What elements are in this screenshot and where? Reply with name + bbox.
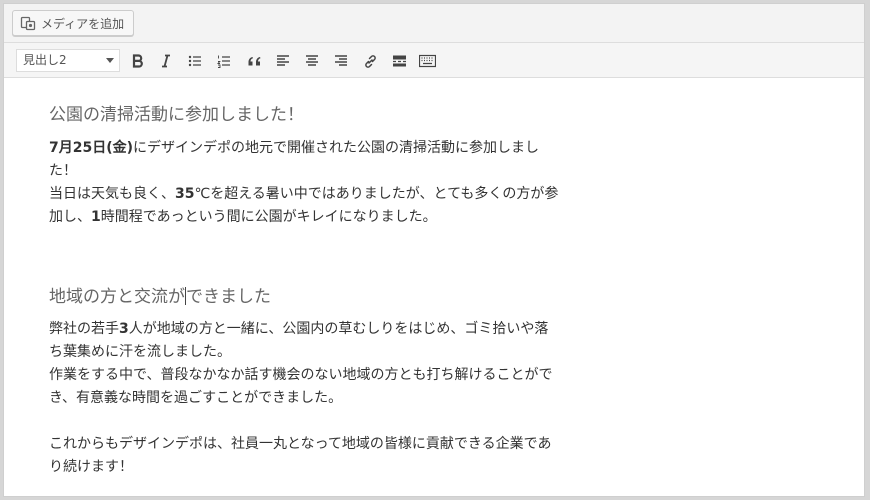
numbered-list-button[interactable] bbox=[214, 51, 234, 71]
bullet-list-icon bbox=[188, 54, 202, 68]
italic-button[interactable] bbox=[156, 51, 176, 71]
p1-line3-text-a: 当日は天気も良く、 bbox=[49, 186, 175, 202]
link-icon bbox=[363, 54, 378, 69]
p1-line4-number: 1 bbox=[91, 209, 101, 225]
p2-line1-number: 3 bbox=[119, 321, 129, 337]
blockquote-icon bbox=[246, 54, 262, 68]
bold-icon bbox=[131, 54, 145, 68]
p1-line4-text-b: 時間程であっという間に公園がキレイになりました。 bbox=[100, 209, 437, 225]
heading-2-text-b: できました bbox=[186, 287, 271, 307]
p1-line1-text: にデザインデポの地元で開催された公園の清掃活動に参加しまし bbox=[133, 140, 540, 156]
p1-line1-date: 7月25日(金) bbox=[49, 140, 134, 156]
p2-line1-text-b: 人が地域の方と一緒に、公園内の草むしりをはじめ、ゴミ拾いや落 bbox=[128, 321, 549, 337]
paragraph-3: これからもデザインデポは、社員一丸となって地域の皆様に貢献できる企業であ り続け… bbox=[49, 433, 579, 479]
p2-line1-text-a: 弊社の若手 bbox=[49, 321, 119, 337]
p2-line2-text: ち葉集めに汗を流しました。 bbox=[49, 344, 231, 360]
format-select-value: 見出し2 bbox=[23, 53, 67, 67]
bullet-list-button[interactable] bbox=[185, 51, 205, 71]
align-center-icon bbox=[305, 54, 319, 68]
p1-line3-number: 35 bbox=[175, 186, 195, 202]
align-left-button[interactable] bbox=[273, 51, 293, 71]
keyboard-icon bbox=[418, 54, 436, 68]
heading-1: 公園の清掃活動に参加しました！ bbox=[49, 105, 304, 125]
read-more-button[interactable] bbox=[389, 51, 409, 71]
media-add-icon bbox=[20, 15, 36, 31]
numbered-list-icon bbox=[217, 54, 231, 68]
format-select[interactable]: 見出し2 bbox=[16, 49, 120, 72]
p2-line4-text: き、有意義な時間を過ごすことができました。 bbox=[49, 390, 343, 406]
chevron-down-icon bbox=[106, 58, 114, 63]
paragraph-2: 弊社の若手3人が地域の方と一緒に、公園内の草むしりをはじめ、ゴミ拾いや落 ち葉集… bbox=[49, 318, 579, 410]
heading-2: 地域の方と交流ができました bbox=[49, 282, 271, 307]
heading-2-text-a: 地域の方と交流が bbox=[49, 287, 185, 307]
align-right-icon bbox=[334, 54, 348, 68]
editor-toolbar: 見出し2 bbox=[4, 42, 864, 78]
p1-line2-text: た！ bbox=[49, 163, 77, 179]
toolbar-toggle-button[interactable] bbox=[417, 51, 437, 71]
add-media-button[interactable]: メディアを追加 bbox=[12, 10, 135, 36]
p3-line1-text: これからもデザインデポは、社員一丸となって地域の皆様に貢献できる企業であ bbox=[49, 436, 552, 452]
align-right-button[interactable] bbox=[331, 51, 351, 71]
read-more-icon bbox=[392, 54, 407, 68]
bold-button[interactable] bbox=[128, 51, 148, 71]
italic-icon bbox=[159, 54, 173, 68]
editor-content[interactable]: 公園の清掃活動に参加しました！ 7月25日(金)にデザインデポの地元で開催された… bbox=[4, 78, 864, 496]
paragraph-1: 7月25日(金)にデザインデポの地元で開催された公園の清掃活動に参加しまし た！… bbox=[49, 137, 579, 229]
align-center-button[interactable] bbox=[302, 51, 322, 71]
blockquote-button[interactable] bbox=[244, 51, 264, 71]
p1-line3-text-b: ℃を超える暑い中ではありましたが、とても多くの方が参 bbox=[194, 186, 559, 202]
p3-line2-text: り続けます！ bbox=[49, 459, 133, 475]
align-left-icon bbox=[276, 54, 290, 68]
link-button[interactable] bbox=[360, 51, 380, 71]
editor-frame: メディアを追加 見出し2 公園の清掃活動に参加しました！ 7月25日(金)にデザ… bbox=[3, 3, 865, 497]
add-media-label: メディアを追加 bbox=[41, 16, 125, 31]
p2-line3-text: 作業をする中で、普段なかなか話す機会のない地域の方とも打ち解けることがで bbox=[49, 367, 553, 383]
p1-line4-text-a: 加し、 bbox=[49, 209, 91, 225]
media-bar: メディアを追加 bbox=[4, 4, 864, 44]
